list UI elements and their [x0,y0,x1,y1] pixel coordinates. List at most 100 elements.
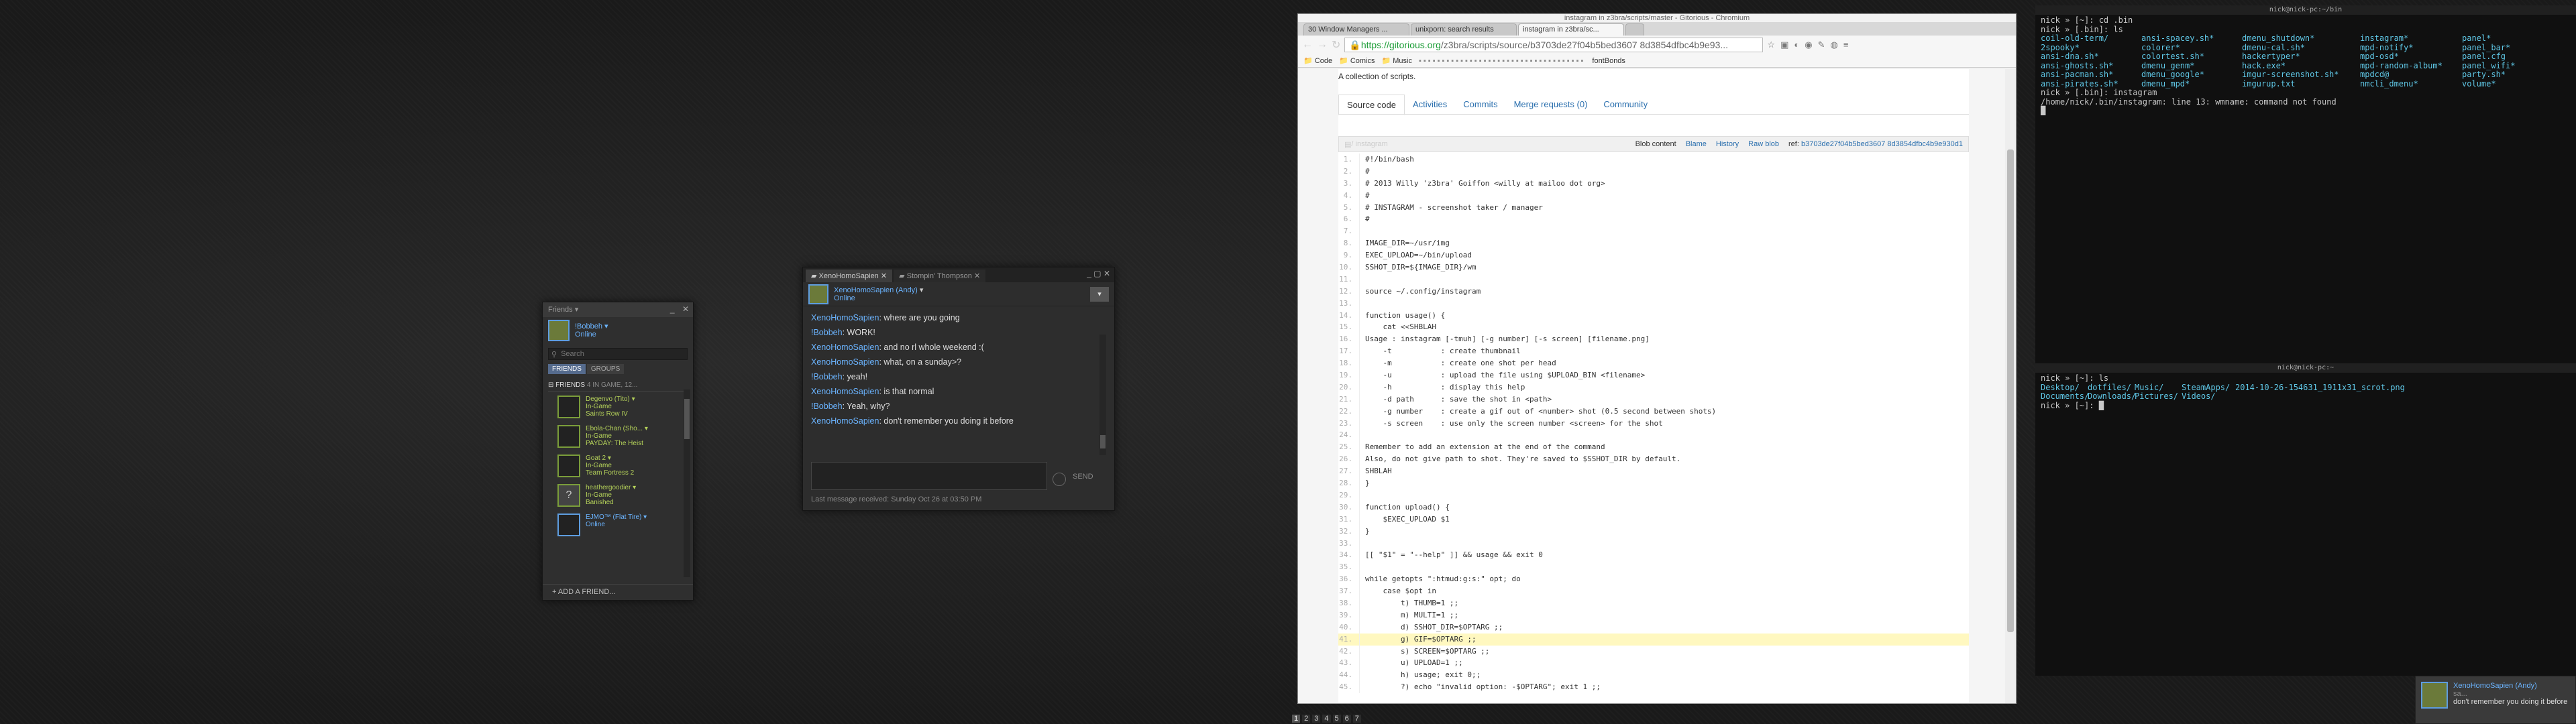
chevron-down-icon[interactable]: ▾ [604,322,608,330]
line-number[interactable]: 2. [1338,165,1360,178]
reload-icon[interactable]: ↻ [1332,38,1340,52]
line-number[interactable]: 32. [1338,525,1360,538]
line-number[interactable]: 23. [1338,417,1360,430]
bookmark-folder[interactable]: 📁 Code [1303,56,1332,65]
extension-icon[interactable]: ▣ [1780,40,1788,50]
scroll-thumb[interactable] [684,399,690,439]
line-number[interactable]: 45. [1338,681,1360,694]
extension-icon[interactable]: ◉ [1805,40,1812,50]
extension-icon[interactable]: ◍ [1830,40,1837,50]
my-profile[interactable]: !Bobbeh ▾ Online [543,317,693,344]
extension-icon[interactable]: ◐ [1794,40,1799,50]
close-button[interactable]: ✕ [682,304,689,314]
chat-tab[interactable]: ▰ Stompin' Thompson ✕ [894,269,986,282]
friend-item[interactable]: Goat 2 ▾ In-Game Team Fortress 2 [543,450,693,480]
chevron-down-icon[interactable]: ▾ [632,396,635,403]
chevron-down-icon[interactable]: ▾ [633,484,636,491]
line-number[interactable]: 42. [1338,645,1360,658]
line-number[interactable]: 24. [1338,429,1360,442]
maximize-button[interactable]: ▢ [1093,269,1104,278]
line-number[interactable]: 40. [1338,621,1360,634]
send-button[interactable]: SEND [1073,473,1093,481]
line-number[interactable]: 37. [1338,585,1360,597]
workspace-button[interactable]: 4 [1322,715,1331,723]
friend-item[interactable]: Degenvo (Tito) ▾ In-Game Saints Row IV [543,391,693,421]
line-number[interactable]: 15. [1338,321,1360,334]
chevron-down-icon[interactable]: ▾ [608,455,611,462]
ref-hash-link[interactable]: b3703de27f04b5bed3607 8d3854dfbc4b9e930d… [1801,140,1963,148]
chat-tab[interactable]: ▰ XenoHomoSapien ✕ [806,269,893,282]
line-number[interactable]: 11. [1338,273,1360,286]
line-number[interactable]: 36. [1338,573,1360,586]
terminal-window[interactable]: nick@nick-pc:~/bin nick » [~]: cd .bin ni… [2035,5,2576,367]
line-number[interactable]: 20. [1338,381,1360,394]
line-number[interactable]: 28. [1338,477,1360,489]
back-icon[interactable]: ← [1302,39,1313,51]
line-number[interactable]: 4. [1338,189,1360,202]
line-number[interactable]: 38. [1338,597,1360,609]
line-number[interactable]: 1. [1338,154,1360,166]
line-number[interactable]: 44. [1338,669,1360,682]
minimize-button[interactable]: _ [670,304,675,314]
workspace-button[interactable]: 2 [1302,715,1311,723]
blame-link[interactable]: Blame [1686,140,1707,148]
tab-friends[interactable]: FRIENDS [548,364,586,374]
bookmark-folder[interactable]: 📁 Music [1382,56,1413,65]
browser-tab-active[interactable]: instagram in z3bra/sc... [1518,23,1624,36]
line-number[interactable]: 5. [1338,201,1360,214]
line-number[interactable]: 7. [1338,225,1360,238]
line-number[interactable]: 13. [1338,297,1360,310]
line-number[interactable]: 3. [1338,177,1360,190]
search-input[interactable] [561,350,676,358]
avatar[interactable] [808,284,828,304]
tab-community[interactable]: Community [1595,95,1656,115]
line-number[interactable]: 31. [1338,513,1360,526]
friends-group-header[interactable]: ⊟ FRIENDS 4 IN GAME, 12... [548,379,688,391]
line-number[interactable]: 26. [1338,453,1360,466]
chat-scrollbar[interactable] [1099,335,1106,455]
workspace-button[interactable]: 1 [1292,715,1301,723]
tab-merge-requests[interactable]: Merge requests (0) [1506,95,1596,115]
friends-search[interactable]: ⚲ [548,348,688,360]
avatar[interactable] [548,320,570,341]
history-link[interactable]: History [1716,140,1739,148]
workspace-button[interactable]: 3 [1312,715,1321,723]
bookmark-icons[interactable]: ▪▪▪▪▪▪▪▪▪▪▪▪▪▪▪▪▪▪▪▪▪▪▪▪▪▪▪▪▪▪▪▪▪▪▪▪ [1419,57,1585,65]
line-number[interactable]: 34. [1338,549,1360,562]
new-tab-button[interactable] [1625,23,1644,36]
line-number[interactable]: 27. [1338,465,1360,478]
blob-content-link[interactable]: Blob content [1635,140,1676,148]
friends-titlebar[interactable]: Friends ▾ _ ✕ [543,302,693,317]
close-icon[interactable]: ✕ [881,272,887,280]
tab-activities[interactable]: Activities [1405,95,1455,115]
terminal-window[interactable]: nick@nick-pc:~ nick » [~]: ls Desktop/Doc… [2035,363,2576,676]
emoticon-icon[interactable] [1053,473,1066,486]
chat-input[interactable] [811,462,1047,490]
add-friend-button[interactable]: + ADD A FRIEND... [543,584,693,600]
line-number[interactable]: 18. [1338,357,1360,370]
line-number[interactable]: 16. [1338,333,1360,346]
line-number[interactable]: 29. [1338,489,1360,501]
friends-scrollbar[interactable] [684,389,690,577]
line-number[interactable]: 19. [1338,369,1360,381]
line-number[interactable]: 33. [1338,537,1360,550]
close-icon[interactable]: ✕ [974,272,980,280]
page-scrollbar[interactable] [2005,69,2016,703]
workspace-button[interactable]: 5 [1332,715,1341,723]
scroll-thumb[interactable] [2007,149,2014,632]
tab-source-code[interactable]: Source code [1338,95,1405,115]
close-button[interactable]: ✕ [1104,269,1110,278]
raw-blob-link[interactable]: Raw blob [1748,140,1779,148]
line-number[interactable]: 14. [1338,309,1360,322]
line-number[interactable]: 43. [1338,657,1360,670]
chat-notification[interactable]: XenoHomoSapien (Andy) sa... don't rememb… [2415,676,2576,724]
browser-tab[interactable]: unixporn: search results [1411,23,1517,36]
chat-options-button[interactable]: ▾ [1090,286,1109,302]
browser-tab[interactable]: 30 Window Managers ... [1303,23,1409,36]
scroll-thumb[interactable] [1100,435,1106,448]
line-number[interactable]: 10. [1338,261,1360,274]
line-number[interactable]: 17. [1338,345,1360,358]
extension-icon[interactable]: ✎ [1818,40,1825,50]
line-number[interactable]: 25. [1338,441,1360,454]
line-number[interactable]: 35. [1338,561,1360,574]
